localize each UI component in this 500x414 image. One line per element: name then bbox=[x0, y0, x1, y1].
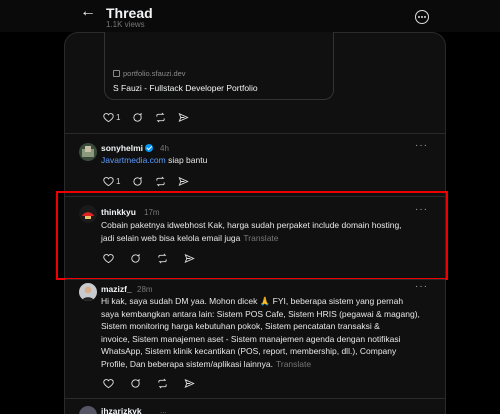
arrow-left-icon[interactable]: ← bbox=[80, 3, 96, 21]
like-button[interactable]: 1 bbox=[103, 112, 120, 123]
comment-icon bbox=[133, 176, 143, 186]
like-count: 1 bbox=[116, 176, 121, 186]
comment-icon bbox=[133, 112, 143, 122]
more-options-icon[interactable]: ··· bbox=[415, 281, 428, 292]
repost-button[interactable] bbox=[157, 378, 168, 389]
comment-button[interactable] bbox=[132, 112, 143, 123]
repost-icon bbox=[156, 112, 166, 122]
link-domain: portfolio.sfauzi.dev bbox=[113, 69, 186, 78]
share-button[interactable] bbox=[178, 112, 190, 123]
username[interactable]: sonyhelmi bbox=[101, 143, 154, 153]
post-actions: 1 bbox=[103, 174, 201, 188]
reply-text: Hi kak, saya sudah DM yaa. Mohon dicek 🙏… bbox=[101, 296, 420, 369]
like-count: 1 bbox=[116, 112, 121, 122]
highlight-box bbox=[56, 191, 448, 280]
avatar[interactable] bbox=[79, 283, 97, 301]
timestamp: 28m bbox=[137, 285, 153, 294]
like-button[interactable]: 1 bbox=[103, 176, 120, 187]
avatar[interactable] bbox=[79, 143, 97, 161]
more-options-icon[interactable]: ··· bbox=[415, 140, 428, 151]
view-count: 1.1K views bbox=[106, 20, 145, 29]
reply-text: Javartmedia.com siap bantu bbox=[101, 155, 208, 165]
divider bbox=[65, 133, 445, 134]
repost-icon bbox=[156, 176, 166, 186]
like-button[interactable] bbox=[103, 378, 114, 389]
heart-icon bbox=[103, 378, 114, 388]
comment-icon bbox=[131, 378, 140, 388]
timestamp: ... bbox=[160, 406, 167, 414]
post-actions bbox=[103, 376, 207, 390]
heart-icon bbox=[103, 176, 114, 186]
post-actions: 1 bbox=[103, 110, 201, 124]
page-title: Thread bbox=[106, 5, 153, 21]
comment-button[interactable] bbox=[132, 176, 143, 187]
translate-link[interactable]: Translate bbox=[276, 359, 311, 369]
more-circle-icon[interactable] bbox=[415, 10, 429, 24]
timestamp: 4h bbox=[160, 144, 169, 153]
heart-icon bbox=[103, 112, 114, 122]
globe-icon bbox=[113, 70, 120, 77]
divider bbox=[65, 279, 445, 280]
top-bar: ← Thread 1.1K views bbox=[0, 0, 500, 32]
divider bbox=[65, 398, 445, 399]
link-title: S Fauzi - Fullstack Developer Portfolio bbox=[113, 83, 258, 93]
repost-button[interactable] bbox=[155, 176, 166, 187]
username[interactable]: mazizf_ bbox=[101, 284, 132, 294]
reply-link[interactable]: Javartmedia.com bbox=[101, 155, 166, 165]
username[interactable]: ihzarizkyk bbox=[101, 406, 142, 414]
repost-button[interactable] bbox=[155, 112, 166, 123]
send-icon bbox=[179, 176, 190, 186]
share-button[interactable] bbox=[184, 378, 195, 389]
comment-button[interactable] bbox=[130, 378, 141, 389]
share-button[interactable] bbox=[178, 176, 190, 187]
verified-badge-icon bbox=[145, 144, 154, 152]
link-preview-card[interactable]: portfolio.sfauzi.dev S Fauzi - Fullstack… bbox=[104, 32, 334, 100]
repost-icon bbox=[158, 378, 167, 388]
send-icon bbox=[179, 112, 190, 122]
send-icon bbox=[184, 378, 195, 388]
